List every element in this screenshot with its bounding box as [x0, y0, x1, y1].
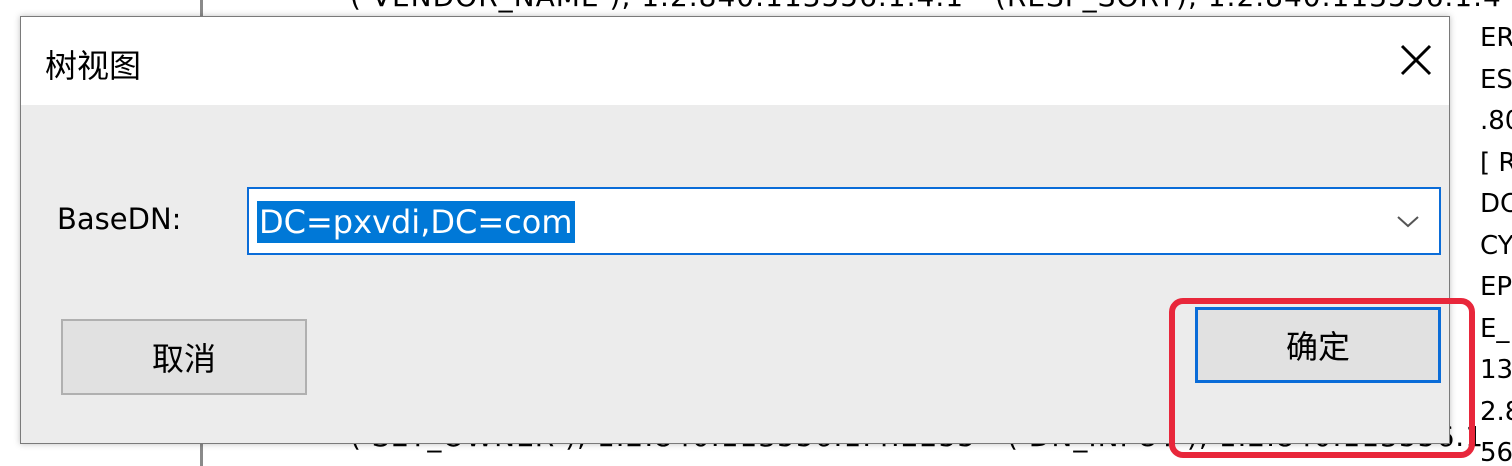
ok-button-highlight	[1169, 298, 1475, 458]
background-right-text: CY	[1480, 230, 1512, 261]
tree-view-dialog: 树视图 BaseDN: DC=pxvdi,DC=com 取消 确定	[20, 16, 1475, 458]
background-right-text: .80	[1480, 106, 1512, 136]
background-right-text: 56.	[1480, 438, 1512, 466]
dialog-title: 树视图	[45, 47, 142, 85]
background-right-text: EP	[1480, 272, 1512, 302]
background-right-column: ER ES .80 [ R DC CY EP E_ 13 2.8 56.	[1480, 18, 1512, 466]
basedn-label: BaseDN:	[57, 202, 182, 236]
background-right-text: E_	[1480, 313, 1510, 344]
close-button[interactable]	[1393, 37, 1439, 83]
close-icon	[1400, 44, 1432, 76]
dialog-titlebar: 树视图	[21, 17, 1449, 105]
background-right-text: DC	[1480, 189, 1512, 219]
background-right-text: 13	[1480, 355, 1512, 385]
cancel-button[interactable]: 取消	[61, 319, 307, 395]
background-right-text: [ R	[1480, 147, 1512, 178]
basedn-value[interactable]: DC=pxvdi,DC=com	[257, 201, 575, 243]
chevron-down-icon[interactable]	[1395, 211, 1421, 231]
background-text-top: ( VENDOR_NAME ), 1.2.840.113556.1.4.1 - …	[350, 0, 1502, 13]
basedn-combobox[interactable]: DC=pxvdi,DC=com	[247, 187, 1441, 255]
background-right-text: ES	[1480, 64, 1512, 95]
background-right-text: 2.8	[1480, 396, 1512, 427]
background-right-text: ER	[1480, 23, 1512, 53]
